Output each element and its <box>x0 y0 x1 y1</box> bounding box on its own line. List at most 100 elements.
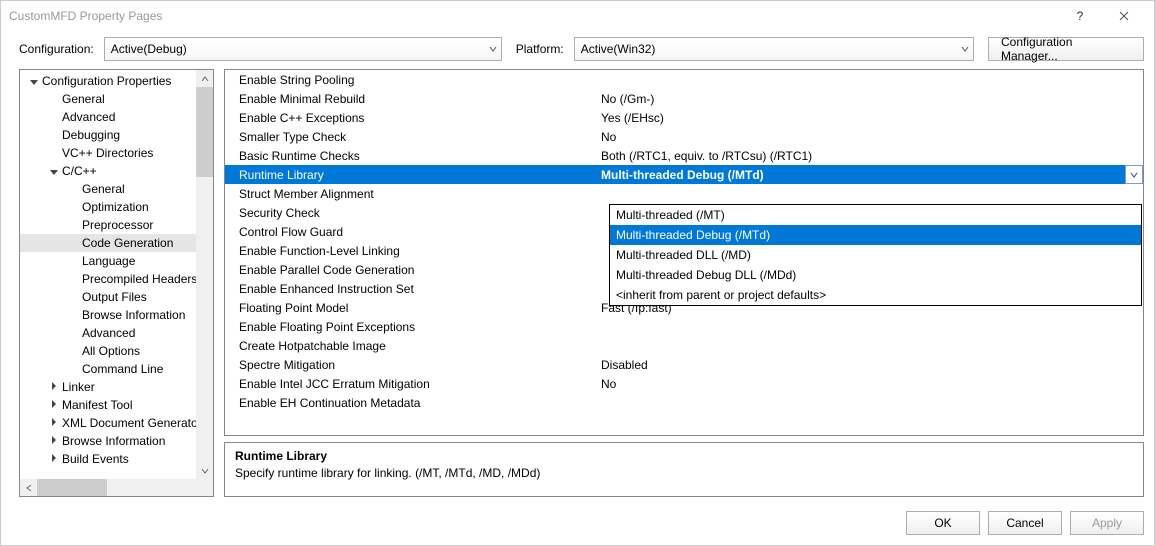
tree-node-cpp-language[interactable]: Language <box>20 252 213 270</box>
property-row[interactable]: Enable C++ ExceptionsYes (/EHsc) <box>225 108 1143 127</box>
dropdown-option[interactable]: Multi-threaded DLL (/MD) <box>610 245 1141 265</box>
tree-node-general[interactable]: General <box>20 90 213 108</box>
tree-node-cpp-output[interactable]: Output Files <box>20 288 213 306</box>
tree-node-vcdirs[interactable]: VC++ Directories <box>20 144 213 162</box>
apply-button[interactable]: Apply <box>1070 511 1144 535</box>
property-value: Both (/RTC1, equiv. to /RTCsu) (/RTC1) <box>595 149 1143 163</box>
dropdown-option[interactable]: Multi-threaded (/MT) <box>610 205 1141 225</box>
tree-node-cpp-codegen[interactable]: Code Generation <box>20 234 213 252</box>
property-row[interactable]: Basic Runtime ChecksBoth (/RTC1, equiv. … <box>225 146 1143 165</box>
chevron-down-icon <box>489 42 497 56</box>
tree-node-config-properties[interactable]: Configuration Properties <box>20 72 213 90</box>
tree-node-advanced[interactable]: Advanced <box>20 108 213 126</box>
configuration-dropdown[interactable]: Active(Debug) <box>104 37 502 61</box>
property-label: Security Check <box>225 206 595 220</box>
tree-node-cpp-allopts[interactable]: All Options <box>20 342 213 360</box>
chevron-down-icon <box>1130 171 1138 179</box>
tree-node-cpp-optimization[interactable]: Optimization <box>20 198 213 216</box>
property-label: Enable Intel JCC Erratum Mitigation <box>225 377 595 391</box>
property-value: No <box>595 130 1143 144</box>
scroll-corner <box>196 479 213 496</box>
tree-pane: Configuration Properties General Advance… <box>19 69 214 497</box>
configuration-label: Configuration: <box>19 42 94 56</box>
titlebar: CustomMFD Property Pages ? <box>1 1 1154 31</box>
main-area: Configuration Properties General Advance… <box>1 69 1154 505</box>
tree-hscrollbar[interactable] <box>20 479 213 496</box>
tree-node-cpp-preprocessor[interactable]: Preprocessor <box>20 216 213 234</box>
property-label: Enable C++ Exceptions <box>225 111 595 125</box>
property-label: Enable String Pooling <box>225 73 595 87</box>
property-row[interactable]: Runtime LibraryMulti-threaded Debug (/MT… <box>225 165 1143 184</box>
property-label: Enable Floating Point Exceptions <box>225 320 595 334</box>
property-label: Create Hotpatchable Image <box>225 339 595 353</box>
window-title: CustomMFD Property Pages <box>9 9 1058 23</box>
property-row[interactable]: Enable Intel JCC Erratum MitigationNo <box>225 374 1143 393</box>
property-label: Floating Point Model <box>225 301 595 315</box>
tree-node-linker[interactable]: Linker <box>20 378 213 396</box>
property-label: Runtime Library <box>225 168 595 182</box>
property-row[interactable]: Struct Member Alignment <box>225 184 1143 203</box>
tree-vscrollbar[interactable] <box>196 70 213 479</box>
configuration-manager-label: Configuration Manager... <box>1001 35 1131 63</box>
right-pane: Enable String Pooling Enable Minimal Rebu… <box>224 69 1144 497</box>
tree-node-cpp-general[interactable]: General <box>20 180 213 198</box>
dropdown-option[interactable]: Multi-threaded Debug DLL (/MDd) <box>610 265 1141 285</box>
property-label: Enable Parallel Code Generation <box>225 263 595 277</box>
tree-node-cpp-pch[interactable]: Precompiled Headers <box>20 270 213 288</box>
dropdown-option[interactable]: <inherit from parent or project defaults… <box>610 285 1141 305</box>
scroll-down-button[interactable] <box>196 462 213 479</box>
close-button[interactable] <box>1102 1 1146 31</box>
tree-node-debugging[interactable]: Debugging <box>20 126 213 144</box>
scroll-up-button[interactable] <box>196 70 213 87</box>
property-tree[interactable]: Configuration Properties General Advance… <box>20 70 213 496</box>
tree-node-xmldoc[interactable]: XML Document Generator <box>20 414 213 432</box>
property-row[interactable]: Enable String Pooling <box>225 70 1143 89</box>
scroll-track[interactable] <box>37 479 196 496</box>
config-row: Configuration: Active(Debug) Platform: A… <box>1 31 1154 69</box>
help-button[interactable]: ? <box>1058 1 1102 31</box>
chevron-down-icon <box>961 42 969 56</box>
property-row[interactable]: Create Hotpatchable Image <box>225 336 1143 355</box>
property-value: Yes (/EHsc) <box>595 111 1143 125</box>
scroll-left-button[interactable] <box>20 479 37 496</box>
dropdown-option[interactable]: Multi-threaded Debug (/MTd) <box>610 225 1141 245</box>
property-label: Struct Member Alignment <box>225 187 595 201</box>
property-label: Control Flow Guard <box>225 225 595 239</box>
scroll-thumb[interactable] <box>196 87 213 177</box>
runtime-library-dropdown-list[interactable]: Multi-threaded (/MT)Multi-threaded Debug… <box>609 204 1142 306</box>
tree-node-browseinfo[interactable]: Browse Information <box>20 432 213 450</box>
property-label: Enable Enhanced Instruction Set <box>225 282 595 296</box>
platform-dropdown[interactable]: Active(Win32) <box>574 37 974 61</box>
property-label: Smaller Type Check <box>225 130 595 144</box>
property-row[interactable]: Spectre MitigationDisabled <box>225 355 1143 374</box>
dialog-footer: OK Cancel Apply <box>1 505 1154 545</box>
property-label: Spectre Mitigation <box>225 358 595 372</box>
property-dropdown-button[interactable] <box>1125 165 1143 184</box>
configuration-value: Active(Debug) <box>111 42 187 56</box>
cancel-button[interactable]: Cancel <box>988 511 1062 535</box>
description-text: Specify runtime library for linking. (/M… <box>235 466 1133 480</box>
property-label: Basic Runtime Checks <box>225 149 595 163</box>
ok-button[interactable]: OK <box>906 511 980 535</box>
platform-label: Platform: <box>516 42 564 56</box>
close-icon <box>1119 11 1129 21</box>
platform-value: Active(Win32) <box>581 42 656 56</box>
property-row[interactable]: Enable Floating Point Exceptions <box>225 317 1143 336</box>
property-row[interactable]: Enable EH Continuation Metadata <box>225 393 1143 412</box>
tree-node-cpp[interactable]: C/C++ <box>20 162 213 180</box>
property-grid-pane: Enable String Pooling Enable Minimal Rebu… <box>224 69 1144 436</box>
scroll-thumb[interactable] <box>37 479 107 496</box>
property-value: No <box>595 377 1143 391</box>
property-row[interactable]: Enable Minimal RebuildNo (/Gm-) <box>225 89 1143 108</box>
property-row[interactable]: Smaller Type CheckNo <box>225 127 1143 146</box>
description-pane: Runtime Library Specify runtime library … <box>224 442 1144 497</box>
configuration-manager-button[interactable]: Configuration Manager... <box>988 37 1144 61</box>
property-label: Enable Function-Level Linking <box>225 244 595 258</box>
scroll-track[interactable] <box>196 87 213 462</box>
tree-node-cpp-cmdline[interactable]: Command Line <box>20 360 213 378</box>
tree-node-cpp-advanced[interactable]: Advanced <box>20 324 213 342</box>
tree-node-manifest[interactable]: Manifest Tool <box>20 396 213 414</box>
tree-node-buildevents[interactable]: Build Events <box>20 450 213 468</box>
property-label: Enable Minimal Rebuild <box>225 92 595 106</box>
tree-node-cpp-browse[interactable]: Browse Information <box>20 306 213 324</box>
